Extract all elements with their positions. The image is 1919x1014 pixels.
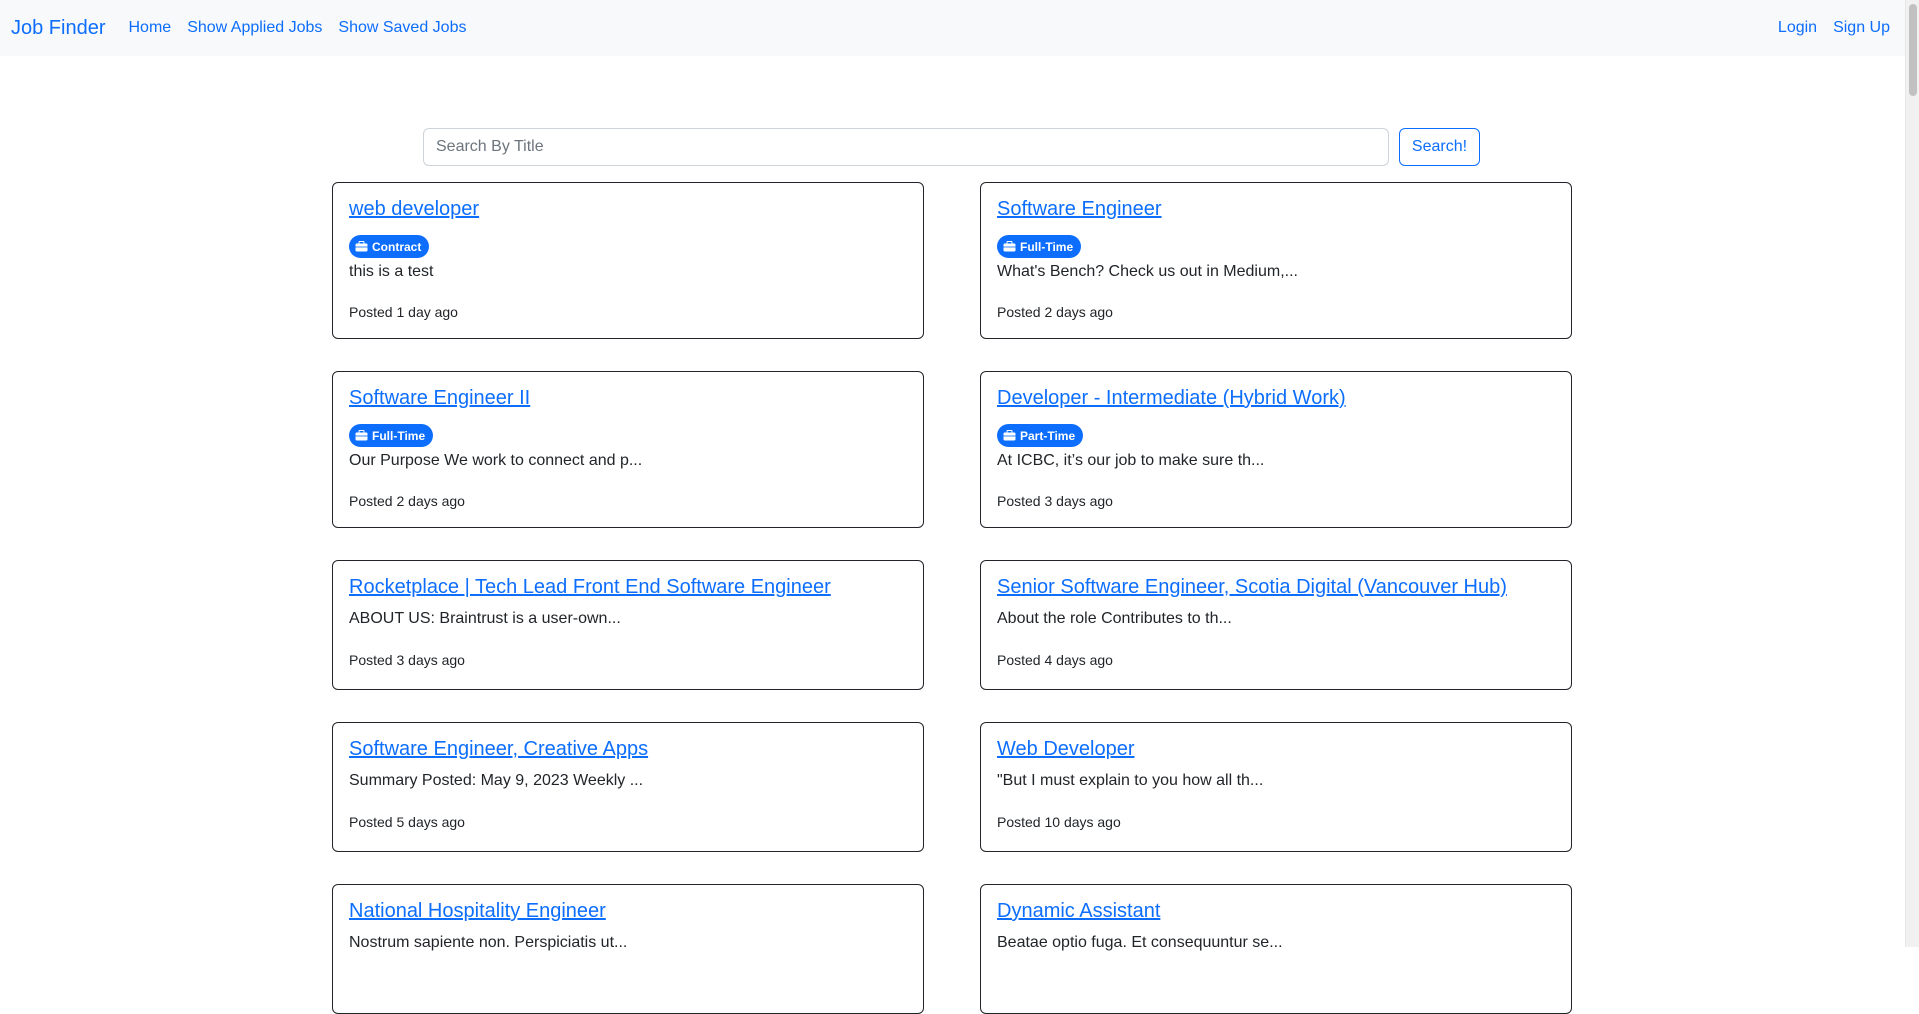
job-title-link[interactable]: National Hospitality Engineer	[349, 900, 606, 923]
job-posted-date: Posted 10 days ago	[997, 814, 1121, 830]
job-posted-date: Posted 3 days ago	[997, 493, 1113, 509]
page-scrollbar[interactable]	[1905, 0, 1919, 947]
briefcase-icon	[1003, 430, 1016, 441]
job-description: "But I must explain to you how all th...	[997, 772, 1264, 789]
nav-link-applied-jobs[interactable]: Show Applied Jobs	[187, 19, 322, 37]
navbar-auth-links: Login Sign Up	[1762, 0, 1890, 56]
job-description: Nostrum sapiente non. Perspiciatis ut...	[349, 934, 628, 951]
job-title-link[interactable]: Senior Software Engineer, Scotia Digital…	[997, 576, 1507, 599]
job-type-label: Part-Time	[1020, 428, 1076, 443]
job-card: Dynamic Assistant Beatae optio fuga. Et …	[980, 884, 1572, 1014]
job-type-badge: Contract	[349, 235, 430, 258]
job-title-link[interactable]: Web Developer	[997, 738, 1134, 761]
job-posted-date: Posted 1 day ago	[349, 304, 458, 320]
job-card: Rocketplace | Tech Lead Front End Softwa…	[332, 560, 924, 690]
job-description: ABOUT US: Braintrust is a user-own...	[349, 610, 621, 627]
job-posted-date: Posted 4 days ago	[997, 652, 1113, 668]
job-type-badge: Part-Time	[997, 424, 1084, 447]
job-title-link[interactable]: Developer - Intermediate (Hybrid Work)	[997, 387, 1346, 410]
nav-link-home[interactable]: Home	[129, 19, 172, 37]
job-description: Summary Posted: May 9, 2023 Weekly ...	[349, 772, 644, 789]
job-type-badge: Full-Time	[997, 235, 1082, 258]
job-card: web developer Contract this is a test Po…	[332, 182, 924, 339]
search-button[interactable]: Search!	[1399, 128, 1480, 166]
job-type-label: Contract	[372, 239, 422, 254]
job-card: National Hospitality Engineer Nostrum sa…	[332, 884, 924, 1014]
briefcase-icon	[1003, 241, 1016, 252]
job-title-link[interactable]: Software Engineer	[997, 198, 1162, 221]
nav-link-login[interactable]: Login	[1778, 19, 1817, 37]
job-title-link[interactable]: Dynamic Assistant	[997, 900, 1160, 923]
job-description: About the role Contributes to th...	[997, 610, 1232, 627]
job-title-link[interactable]: web developer	[349, 198, 479, 221]
job-title-link[interactable]: Software Engineer II	[349, 387, 530, 410]
brand-link[interactable]: Job Finder	[11, 17, 106, 40]
job-description: What's Bench? Check us out in Medium,...	[997, 263, 1298, 280]
search-input[interactable]	[423, 128, 1389, 166]
job-description: Our Purpose We work to connect and p...	[349, 452, 643, 469]
job-description: At ICBC, it’s our job to make sure th...	[997, 452, 1265, 469]
job-description: Beatae optio fuga. Et consequuntur se...	[997, 934, 1283, 951]
nav-link-signup[interactable]: Sign Up	[1833, 19, 1890, 37]
job-posted-date: Posted 5 days ago	[349, 814, 465, 830]
job-card: Web Developer "But I must explain to you…	[980, 722, 1572, 852]
job-card: Senior Software Engineer, Scotia Digital…	[980, 560, 1572, 690]
job-posted-date: Posted 3 days ago	[349, 652, 465, 668]
job-posted-date: Posted 2 days ago	[997, 304, 1113, 320]
navbar: Job Finder Home Show Applied Jobs Show S…	[0, 0, 1905, 56]
briefcase-icon	[355, 241, 368, 252]
job-description: this is a test	[349, 263, 434, 280]
nav-link-saved-jobs[interactable]: Show Saved Jobs	[338, 19, 466, 37]
job-type-label: Full-Time	[1020, 239, 1074, 254]
job-card: Software Engineer II Full-Time Our Purpo…	[332, 371, 924, 528]
scrollbar-thumb[interactable]	[1909, 4, 1917, 96]
job-card: Software Engineer Full-Time What's Bench…	[980, 182, 1572, 339]
job-card: Developer - Intermediate (Hybrid Work) P…	[980, 371, 1572, 528]
job-title-link[interactable]: Software Engineer, Creative Apps	[349, 738, 648, 761]
job-type-label: Full-Time	[372, 428, 426, 443]
job-title-link[interactable]: Rocketplace | Tech Lead Front End Softwa…	[349, 576, 831, 599]
briefcase-icon	[355, 430, 368, 441]
job-type-badge: Full-Time	[349, 424, 434, 447]
job-posted-date: Posted 2 days ago	[349, 493, 465, 509]
job-card: Software Engineer, Creative Apps Summary…	[332, 722, 924, 852]
